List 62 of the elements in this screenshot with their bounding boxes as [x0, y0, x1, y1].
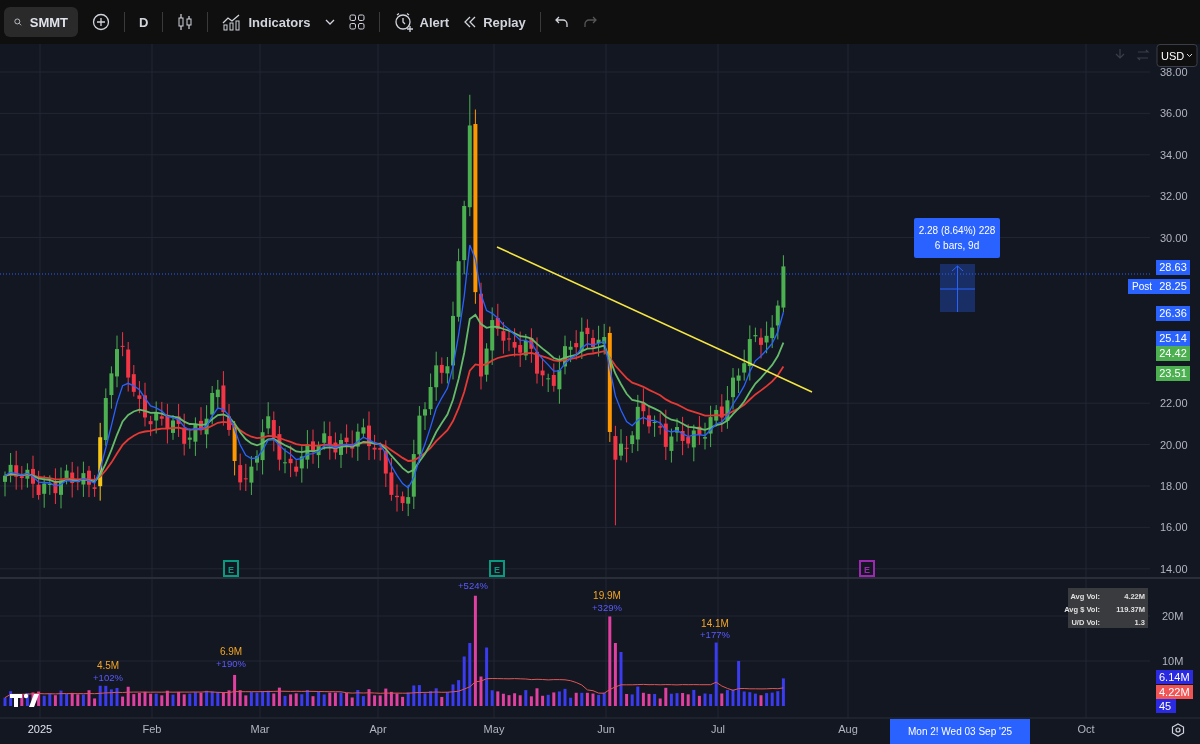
price-tick: 36.00 — [1160, 107, 1188, 120]
time-label: Mar — [250, 723, 270, 735]
rewind-icon — [463, 16, 478, 28]
replay-button[interactable]: Replay — [463, 14, 526, 30]
alarm-clock-icon — [393, 12, 414, 32]
volume-change: +329% — [592, 602, 622, 613]
chart-icon — [222, 13, 243, 31]
price-tick: 34.00 — [1160, 148, 1188, 161]
measure-box — [939, 264, 976, 313]
volume-tick: 10M — [1162, 655, 1184, 667]
volume-value: 6.9M — [219, 646, 243, 657]
logo-icon — [10, 693, 39, 707]
price-label: 23.51 — [1156, 366, 1190, 381]
volume-value: 19.9M — [593, 590, 621, 601]
volume-value: 4.5M — [96, 660, 120, 671]
price-tick: 32.00 — [1160, 190, 1188, 203]
price-tick: 30.00 — [1160, 231, 1188, 244]
symbol-text: SMMT — [29, 14, 68, 30]
settings-icon[interactable] — [1171, 723, 1185, 737]
price-tick: 16.00 — [1160, 521, 1188, 534]
volume-change: +177% — [700, 629, 730, 640]
volume-tick: 20M — [1162, 610, 1184, 622]
volume-label: 45 — [1156, 699, 1176, 713]
volume-change: +524% — [458, 580, 488, 591]
price-label: 25.14 — [1156, 331, 1190, 346]
crosshair-time-label: Mon 2! Wed 03 Sep '25 — [890, 719, 1030, 744]
volume-label: 4.22M — [1156, 685, 1193, 699]
earnings-marker[interactable]: E — [223, 560, 239, 577]
price-tick: 22.00 — [1160, 397, 1188, 410]
measure-tooltip: 2.28 (8.64%) 228 6 bars, 9d — [914, 218, 1000, 258]
undo-icon[interactable] — [554, 16, 569, 28]
price-tick: 20.00 — [1160, 438, 1188, 451]
price-label: 24.42 — [1156, 346, 1190, 361]
caret-icon[interactable] — [324, 19, 335, 25]
price-tick: 18.00 — [1160, 480, 1188, 492]
alert-button[interactable]: Alert — [393, 12, 450, 32]
price-label: 28.63 — [1156, 260, 1190, 275]
volume-change: +190% — [216, 658, 246, 669]
price-tick: 38.00 — [1160, 66, 1188, 78]
volume-change: +102% — [93, 672, 123, 683]
time-label: Jun — [597, 723, 615, 735]
currency-dropdown[interactable]: USD — [1156, 44, 1198, 67]
time-label: Aug — [838, 723, 858, 735]
search-icon — [14, 15, 22, 29]
earnings-marker[interactable]: E — [489, 560, 505, 577]
time-label: Feb — [142, 723, 162, 735]
time-label: Oct — [1077, 723, 1095, 735]
volume-value: 14.1M — [701, 618, 729, 629]
price-label: Post 28.25 — [1128, 279, 1190, 294]
candlestick-icon[interactable] — [177, 13, 194, 31]
time-label: Jul — [710, 723, 726, 735]
time-label: 2025 — [27, 723, 53, 735]
add-icon[interactable] — [92, 13, 110, 31]
layout-icon[interactable] — [348, 14, 365, 30]
time-label: Apr — [369, 723, 387, 735]
indicators-button[interactable]: Indicators — [222, 13, 311, 31]
interval-button[interactable]: D — [139, 14, 149, 30]
price-tick: 14.00 — [1160, 562, 1188, 575]
time-label: May — [483, 723, 505, 735]
symbol-search[interactable]: SMMT — [4, 7, 78, 37]
price-label: 26.36 — [1156, 306, 1190, 321]
volume-label: 6.14M — [1156, 670, 1193, 684]
